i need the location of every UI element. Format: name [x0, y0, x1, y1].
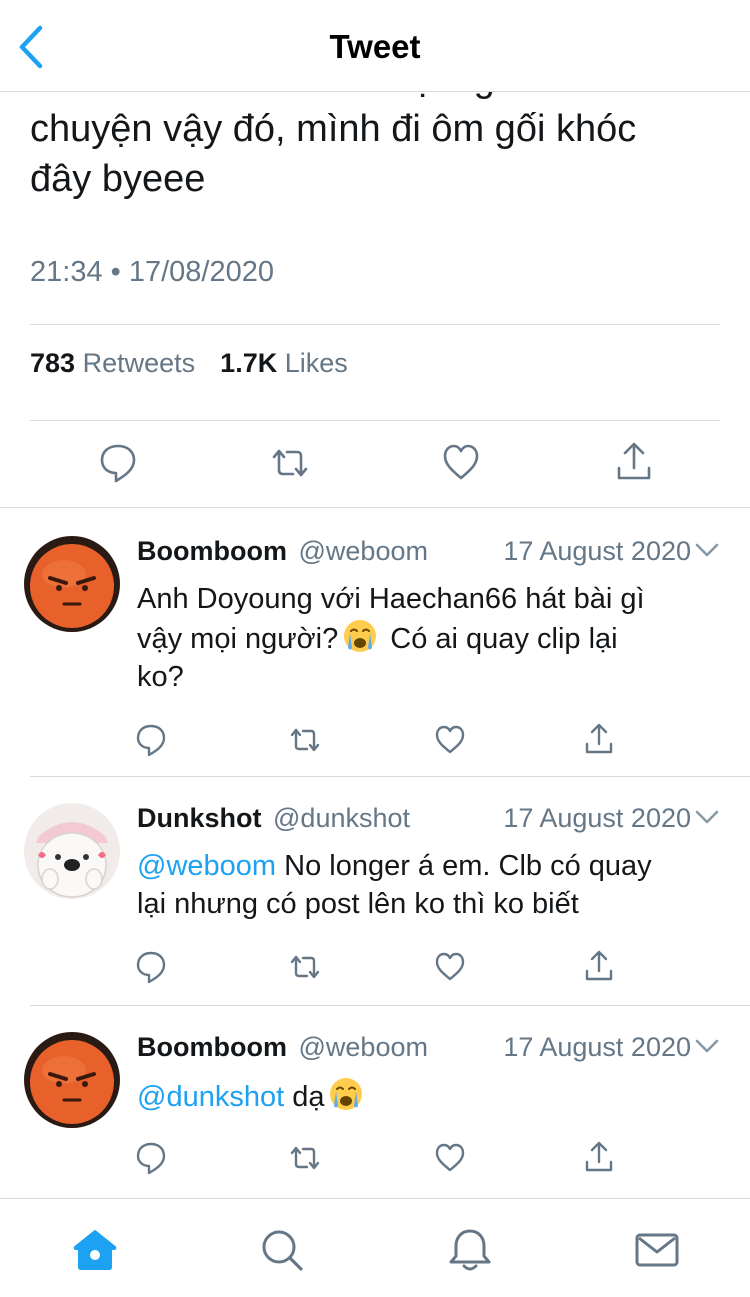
chevron-down-icon[interactable] [695, 1038, 719, 1054]
reply-header: Boomboom @weboom 17 August 2020 [137, 536, 737, 570]
tweet-text-line: đây byeee [30, 158, 206, 200]
like-icon[interactable] [434, 949, 466, 985]
mention-link[interactable]: @dunkshot [137, 1081, 284, 1113]
divider [30, 1005, 750, 1006]
like-icon[interactable] [434, 722, 466, 758]
reply-text: @dunkshot dạ [137, 1076, 727, 1116]
reply-text-line: vậy mọi người? Có ai quay clip lại [137, 618, 727, 658]
reply-text-fragment: dạ [284, 1081, 325, 1113]
reply-text-fragment: vậy mọi người? [137, 623, 339, 655]
tweet-timestamp: 21:34 • 17/08/2020 [30, 256, 274, 288]
reply-date: 17 August 2020 [503, 536, 691, 566]
reply-actions [0, 722, 750, 762]
author-name[interactable]: Boomboom [137, 536, 287, 566]
reply-text-line: ko? [137, 661, 184, 693]
likes-label[interactable]: Likes [285, 348, 348, 378]
crying-face-emoji-icon [344, 620, 377, 652]
retweet-icon[interactable] [289, 949, 321, 985]
reply-icon[interactable] [98, 440, 138, 486]
reply-date: 17 August 2020 [503, 1032, 691, 1062]
reply-text: @weboom No longer á em. Clb có quay lại … [137, 847, 727, 923]
reply-actions [0, 949, 750, 989]
page-title: Tweet [329, 28, 421, 65]
avatar[interactable] [24, 803, 120, 899]
reply-text-line: lại nhưng có post lên ko thì ko biết [137, 888, 579, 920]
retweet-icon[interactable] [289, 722, 321, 758]
author-handle[interactable]: @dunkshot [273, 803, 410, 833]
mention-link[interactable]: @weboom [137, 850, 276, 882]
share-icon[interactable] [583, 1140, 615, 1176]
messages-icon[interactable] [634, 1227, 680, 1273]
retweets-label[interactable]: Retweets [83, 348, 196, 378]
tweet-body-viewport: luôn. Do mình kể để mọi người biết chuyệ… [0, 92, 750, 232]
chevron-down-icon[interactable] [695, 542, 719, 558]
search-icon[interactable] [259, 1227, 305, 1273]
like-icon[interactable] [441, 440, 481, 486]
retweet-icon[interactable] [270, 440, 310, 486]
reply-text: Anh Doyoung với Haechan66 hát bài gì vậy… [137, 580, 727, 696]
tweet-text-line: luôn. Do mình kể để mọi người biết [30, 92, 730, 104]
author-handle[interactable]: @weboom [299, 1032, 428, 1062]
crying-face-emoji-icon [330, 1078, 363, 1110]
reply-date: 17 August 2020 [503, 803, 691, 833]
reply-text-line: @dunkshot dạ [137, 1076, 727, 1116]
tweet-stats: 783 Retweets 1.7K Likes [30, 348, 348, 379]
author-name[interactable]: Boomboom [137, 1032, 287, 1062]
like-icon[interactable] [434, 1140, 466, 1176]
reply-text-line: @weboom No longer á em. Clb có quay [137, 847, 727, 885]
avatar[interactable] [24, 1032, 120, 1128]
retweet-icon[interactable] [289, 1140, 321, 1176]
tweet-text: luôn. Do mình kể để mọi người biết chuyệ… [30, 92, 730, 204]
author-name[interactable]: Dunkshot [137, 803, 262, 833]
share-icon[interactable] [583, 949, 615, 985]
reply-text-fragment: No longer á em. Clb có quay [276, 850, 652, 882]
divider [30, 776, 750, 777]
divider [30, 420, 720, 421]
likes-count[interactable]: 1.7K [220, 348, 277, 378]
divider [30, 324, 720, 325]
tab-bar [0, 1198, 750, 1297]
reply-actions [0, 1140, 750, 1180]
divider [0, 507, 750, 508]
share-icon[interactable] [614, 440, 654, 486]
reply-header: Dunkshot @dunkshot 17 August 2020 [137, 803, 737, 837]
retweets-count[interactable]: 783 [30, 348, 75, 378]
tweet-text-line: chuyện vậy đó, mình đi ôm gối khóc [30, 108, 637, 150]
reply-header: Boomboom @weboom 17 August 2020 [137, 1032, 737, 1066]
reply-icon[interactable] [135, 1140, 167, 1176]
home-icon[interactable] [72, 1227, 118, 1273]
notifications-icon[interactable] [447, 1227, 493, 1273]
author-handle[interactable]: @weboom [299, 536, 428, 566]
reply-icon[interactable] [135, 949, 167, 985]
share-icon[interactable] [583, 722, 615, 758]
reply-text-line: Anh Doyoung với Haechan66 hát bài gì [137, 583, 645, 615]
chevron-down-icon[interactable] [695, 809, 719, 825]
reply-icon[interactable] [135, 722, 167, 758]
tweet-actions [0, 440, 750, 490]
reply-text-fragment: Có ai quay clip lại [390, 623, 618, 655]
avatar[interactable] [24, 536, 120, 632]
nav-bar: Tweet [0, 0, 750, 92]
